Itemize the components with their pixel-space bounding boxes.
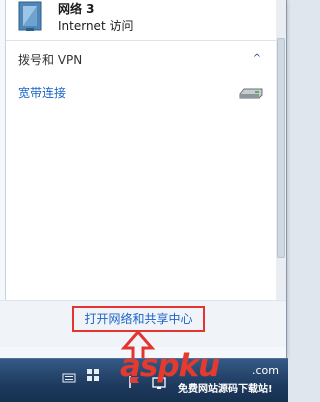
network-item[interactable]: 网络 3 Internet 访问 [6,0,276,40]
broadband-connection-link[interactable]: 宽带连接 [18,84,66,101]
watermark-tld: .com [252,364,279,377]
modem-icon [239,88,263,99]
divider [6,40,276,41]
collapse-chevron-icon[interactable]: ^ [250,52,264,66]
open-network-sharing-center-link[interactable]: 打开网络和共享中心 [72,306,205,332]
network-list-panel: 网络 3 Internet 访问 拨号和 VPN ^ 宽带连接 [5,0,277,347]
network-name: 网络 3 [58,2,95,16]
watermark-tagline: 免费网站源码下载站! [178,384,273,395]
network-connected-icon [18,1,42,31]
network-flyout: 网络 3 Internet 访问 拨号和 VPN ^ 宽带连接 打开网络和共享中… [0,0,287,359]
watermark-brand: aspku [120,348,220,384]
windows-icon[interactable] [86,368,100,382]
scrollbar-thumb[interactable] [277,38,285,258]
network-status: Internet 访问 [58,19,134,33]
dialup-vpn-section-title: 拨号和 VPN [18,53,83,67]
keyboard-icon[interactable] [62,371,76,385]
